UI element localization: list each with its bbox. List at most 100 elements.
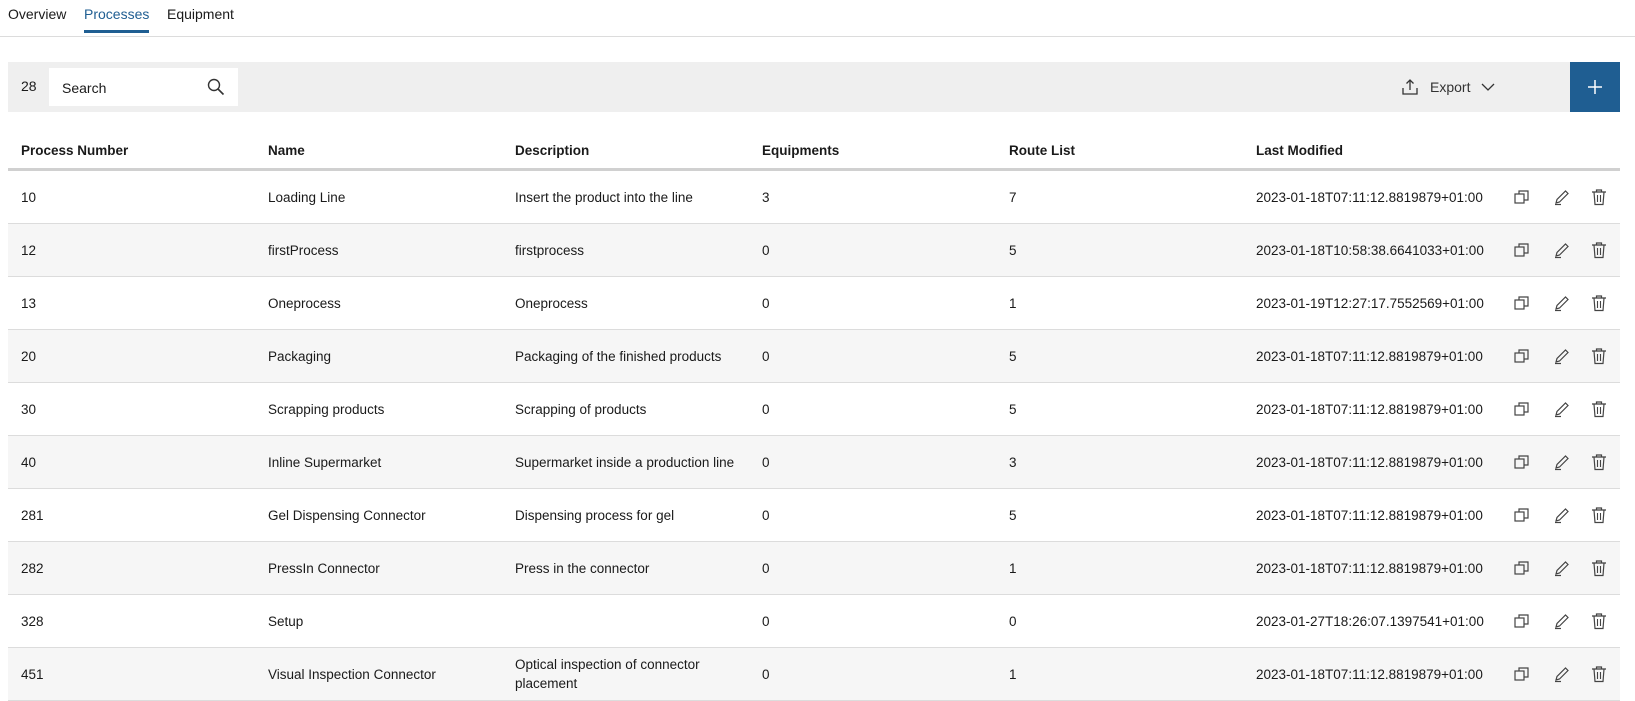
delete-button[interactable] <box>1589 505 1609 525</box>
plus-icon <box>1586 78 1604 96</box>
table-body: 10 Loading Line Insert the product into th… <box>8 171 1620 701</box>
delete-icon <box>1589 240 1609 260</box>
edit-button[interactable] <box>1552 664 1572 684</box>
route-list-cell: 1 <box>1009 560 1017 576</box>
export-button[interactable]: Export <box>1400 76 1496 98</box>
header-last-modified[interactable]: Last Modified <box>1256 143 1343 158</box>
delete-button[interactable] <box>1589 399 1609 419</box>
tab-processes[interactable]: Processes <box>84 6 150 33</box>
equipments-cell: 0 <box>762 666 770 682</box>
delete-button[interactable] <box>1589 611 1609 631</box>
copy-button[interactable] <box>1512 240 1532 260</box>
last-modified-cell: 2023-01-18T07:11:12.8819879+01:00 <box>1256 507 1483 523</box>
copy-icon <box>1512 505 1532 525</box>
delete-button[interactable] <box>1589 293 1609 313</box>
table-row[interactable]: 40 Inline Supermarket Supermarket inside a… <box>8 436 1620 489</box>
edit-button[interactable] <box>1552 558 1572 578</box>
last-modified-cell: 2023-01-18T07:11:12.8819879+01:00 <box>1256 401 1483 417</box>
equipments-cell: 3 <box>762 189 770 205</box>
edit-icon <box>1552 240 1572 260</box>
description-cell: Optical inspection of connector placemen… <box>515 657 700 691</box>
delete-button[interactable] <box>1589 452 1609 472</box>
delete-button[interactable] <box>1589 346 1609 366</box>
delete-icon <box>1589 346 1609 366</box>
equipments-cell: 0 <box>762 454 770 470</box>
copy-button[interactable] <box>1512 505 1532 525</box>
copy-button[interactable] <box>1512 346 1532 366</box>
header-equipments[interactable]: Equipments <box>762 143 839 158</box>
edit-button[interactable] <box>1552 187 1572 207</box>
header-name[interactable]: Name <box>268 143 305 158</box>
tab-overview[interactable]: Overview <box>8 6 66 30</box>
export-label: Export <box>1430 79 1471 95</box>
name-cell: Inline Supermarket <box>268 454 382 470</box>
process-number-cell: 282 <box>21 560 44 576</box>
edit-button[interactable] <box>1552 346 1572 366</box>
header-process-number[interactable]: Process Number <box>21 143 128 158</box>
search-icon[interactable] <box>206 77 226 97</box>
copy-icon <box>1512 452 1532 472</box>
header-description[interactable]: Description <box>515 143 589 158</box>
route-list-cell: 0 <box>1009 613 1017 629</box>
table-row[interactable]: 451 Visual Inspection Connector Optical in… <box>8 648 1620 701</box>
delete-icon <box>1589 293 1609 313</box>
edit-icon <box>1552 611 1572 631</box>
copy-button[interactable] <box>1512 293 1532 313</box>
copy-button[interactable] <box>1512 452 1532 472</box>
copy-button[interactable] <box>1512 664 1532 684</box>
table-row[interactable]: 282 PressIn Connector Press in the connect… <box>8 542 1620 595</box>
name-cell: Scrapping products <box>268 401 385 417</box>
description-cell: Insert the product into the line <box>515 189 693 205</box>
add-process-button[interactable] <box>1570 62 1620 112</box>
copy-icon <box>1512 293 1532 313</box>
delete-button[interactable] <box>1589 664 1609 684</box>
table-row[interactable]: 281 Gel Dispensing Connector Dispensing pr… <box>8 489 1620 542</box>
chevron-down-icon <box>1480 79 1496 95</box>
copy-button[interactable] <box>1512 187 1532 207</box>
edit-icon <box>1552 664 1572 684</box>
header-route-list[interactable]: Route List <box>1009 143 1075 158</box>
search-box <box>49 68 238 108</box>
toolbar: 28 Export <box>8 62 1620 112</box>
edit-icon <box>1552 505 1572 525</box>
table-row[interactable]: 30 Scrapping products Scrapping of product… <box>8 383 1620 436</box>
copy-icon <box>1512 611 1532 631</box>
copy-button[interactable] <box>1512 399 1532 419</box>
table-row[interactable]: 13 Oneprocess Oneprocess 0 1 2023-01-19T12:27… <box>8 277 1620 330</box>
table-row[interactable]: 328 Setup 0 0 2023-01-27T18:26:07.1397541+01… <box>8 595 1620 648</box>
last-modified-cell: 2023-01-18T07:11:12.8819879+01:00 <box>1256 348 1483 364</box>
table-row[interactable]: 20 Packaging Packaging of the finished pro… <box>8 330 1620 383</box>
copy-icon <box>1512 240 1532 260</box>
description-cell: Supermarket inside a production line <box>515 454 735 470</box>
last-modified-cell: 2023-01-27T18:26:07.1397541+01:00 <box>1256 613 1484 629</box>
edit-button[interactable] <box>1552 240 1572 260</box>
last-modified-cell: 2023-01-19T12:27:17.7552569+01:00 <box>1256 295 1484 311</box>
delete-button[interactable] <box>1589 240 1609 260</box>
search-input[interactable] <box>49 68 214 108</box>
edit-button[interactable] <box>1552 505 1572 525</box>
edit-button[interactable] <box>1552 399 1572 419</box>
table-row[interactable]: 10 Loading Line Insert the product into th… <box>8 171 1620 224</box>
last-modified-cell: 2023-01-18T10:58:38.6641033+01:00 <box>1256 242 1484 258</box>
edit-button[interactable] <box>1552 293 1572 313</box>
name-cell: Oneprocess <box>268 295 341 311</box>
delete-button[interactable] <box>1589 187 1609 207</box>
equipments-cell: 0 <box>762 613 770 629</box>
delete-button[interactable] <box>1589 558 1609 578</box>
description-cell <box>515 595 740 647</box>
equipments-cell: 0 <box>762 295 770 311</box>
tab-equipment[interactable]: Equipment <box>167 6 234 30</box>
route-list-cell: 7 <box>1009 189 1017 205</box>
description-cell: Oneprocess <box>515 295 588 311</box>
name-cell: firstProcess <box>268 242 339 258</box>
edit-icon <box>1552 293 1572 313</box>
process-number-cell: 13 <box>21 295 37 311</box>
copy-button[interactable] <box>1512 611 1532 631</box>
table-row[interactable]: 12 firstProcess firstprocess 0 5 2023-01-18T1… <box>8 224 1620 277</box>
route-list-cell: 3 <box>1009 454 1017 470</box>
equipments-cell: 0 <box>762 242 770 258</box>
edit-button[interactable] <box>1552 452 1572 472</box>
edit-button[interactable] <box>1552 611 1572 631</box>
description-cell: Dispensing process for gel <box>515 507 675 523</box>
copy-button[interactable] <box>1512 558 1532 578</box>
